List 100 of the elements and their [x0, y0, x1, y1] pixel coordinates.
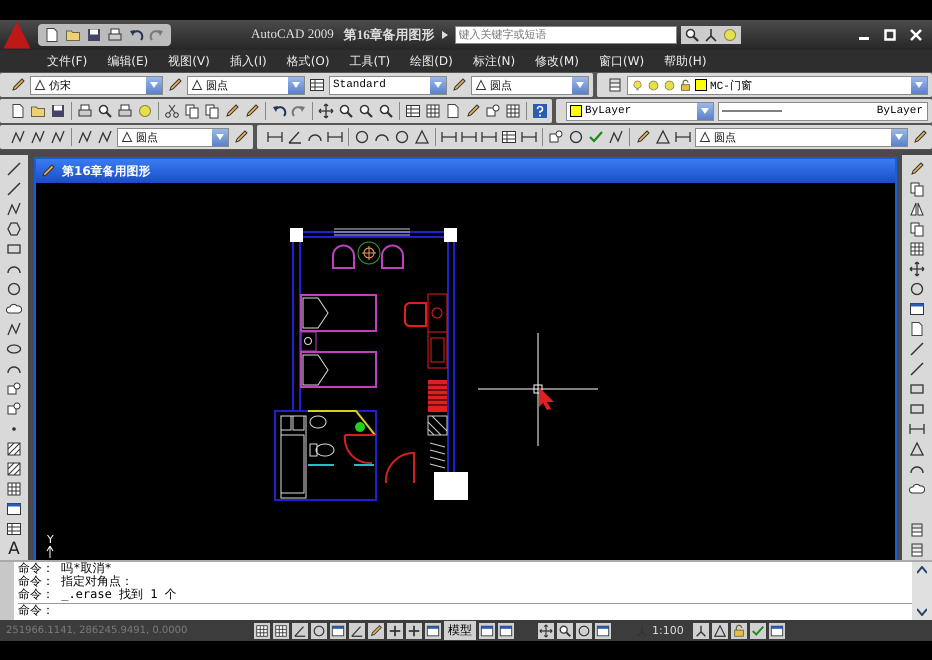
dimension-icon[interactable] [481, 129, 497, 145]
table-icon[interactable] [6, 521, 22, 537]
block-icon[interactable] [485, 103, 501, 119]
move-icon[interactable] [318, 103, 334, 119]
mirror-icon[interactable] [909, 201, 925, 217]
grid-icon[interactable] [6, 481, 22, 497]
menu-item[interactable]: 视图(V) [168, 52, 210, 70]
window-icon[interactable] [480, 624, 494, 638]
polyline-icon[interactable] [77, 129, 93, 145]
polyline-icon[interactable] [30, 129, 46, 145]
page-icon[interactable] [909, 321, 925, 337]
polyline-icon[interactable] [6, 321, 22, 337]
dimension-icon[interactable] [441, 129, 457, 145]
scrollbar[interactable] [912, 562, 932, 620]
polyline-icon[interactable] [10, 129, 26, 145]
polyline-icon[interactable] [97, 129, 113, 145]
annotation-scale[interactable]: 1:100 [652, 624, 684, 637]
maximize-icon[interactable] [884, 29, 896, 41]
sun-icon[interactable] [663, 78, 676, 92]
pencil-icon[interactable] [167, 77, 183, 93]
dimension-icon[interactable] [461, 129, 477, 145]
page-icon[interactable] [10, 103, 26, 119]
undo-icon[interactable] [128, 27, 144, 43]
circle-icon[interactable] [6, 281, 22, 297]
pencil-icon[interactable] [369, 624, 383, 638]
menu-item[interactable]: 插入(I) [230, 52, 267, 70]
hatch-icon[interactable] [6, 441, 22, 457]
triangle-icon[interactable] [191, 79, 203, 91]
sheets-icon[interactable] [909, 221, 925, 237]
pencil-icon[interactable] [909, 161, 925, 177]
grid-icon[interactable] [505, 103, 521, 119]
hatch-icon[interactable] [6, 461, 22, 477]
pencil-icon[interactable] [233, 129, 249, 145]
search-icon[interactable] [338, 103, 354, 119]
table-style-dropdown[interactable]: Standard [329, 76, 447, 94]
angle-icon[interactable] [350, 624, 364, 638]
circle-icon[interactable] [568, 129, 584, 145]
page-icon[interactable] [445, 103, 461, 119]
undo-icon[interactable] [271, 103, 287, 119]
plus-icon[interactable] [407, 624, 421, 638]
leader-style-dropdown[interactable]: 圆点 [117, 128, 229, 146]
dimension-style-dropdown[interactable]: 圆点 [695, 128, 908, 146]
multileader-style-dropdown[interactable]: 圆点 [471, 76, 589, 94]
dimension-icon[interactable] [675, 129, 691, 145]
grid-icon[interactable] [425, 103, 441, 119]
window-icon[interactable] [596, 624, 610, 638]
window-icon[interactable] [499, 624, 513, 638]
search-icon[interactable] [378, 103, 394, 119]
sheets-icon[interactable] [184, 103, 200, 119]
menu-item[interactable]: 格式(O) [286, 52, 330, 70]
dimension-icon[interactable] [521, 129, 537, 145]
color-dropdown[interactable]: ByLayer [566, 102, 714, 120]
window-icon[interactable] [426, 624, 440, 638]
menu-item[interactable]: 文件(F) [47, 52, 88, 70]
printer-icon[interactable] [107, 27, 123, 43]
circle-icon[interactable] [312, 624, 326, 638]
polyline-icon[interactable] [608, 129, 624, 145]
angle-icon[interactable] [287, 129, 303, 145]
dimension-icon[interactable] [327, 129, 343, 145]
search-field[interactable]: 键入关键字或短语 [454, 26, 677, 44]
menu-item[interactable]: 绘图(D) [410, 52, 453, 70]
dimension-style-dropdown[interactable]: 圆点 [187, 76, 305, 94]
menu-item[interactable]: 修改(M) [535, 52, 579, 70]
circle-icon[interactable] [909, 281, 925, 297]
angle-icon[interactable] [293, 624, 307, 638]
scissors-icon[interactable] [164, 103, 180, 119]
menu-item[interactable]: 帮助(H) [664, 52, 707, 70]
pencil-icon[interactable] [635, 129, 651, 145]
menu-item[interactable]: 编辑(E) [107, 52, 148, 70]
linetype-dropdown[interactable]: ByLayer [718, 102, 928, 120]
circle-icon[interactable] [354, 129, 370, 145]
text-tool-button[interactable]: A [8, 541, 20, 558]
model-button[interactable]: 模型 [444, 621, 476, 640]
lock-icon[interactable] [732, 624, 746, 638]
move-icon[interactable] [539, 624, 553, 638]
bulb-icon[interactable] [631, 78, 644, 92]
line-icon[interactable] [6, 181, 22, 197]
triangle-icon[interactable] [655, 129, 671, 145]
text-style-dropdown[interactable]: 仿宋 [30, 76, 163, 94]
printer-icon[interactable] [117, 103, 133, 119]
page-icon[interactable] [44, 27, 60, 43]
menu-item[interactable]: 窗口(W) [598, 52, 644, 70]
check-icon[interactable] [750, 624, 765, 638]
plus-icon[interactable] [388, 624, 402, 638]
line-icon[interactable] [909, 361, 925, 377]
pencil-icon[interactable] [912, 129, 928, 145]
circle-icon[interactable] [394, 129, 410, 145]
sheets-icon[interactable] [909, 181, 925, 197]
pencil-icon[interactable] [10, 77, 26, 93]
search-icon[interactable] [684, 27, 700, 43]
window-icon[interactable] [6, 501, 22, 517]
pencil-icon[interactable] [465, 103, 481, 119]
triangle-icon[interactable] [712, 624, 727, 638]
dimension-icon[interactable] [909, 421, 925, 437]
window-icon[interactable] [909, 301, 925, 317]
triangle-icon[interactable] [909, 441, 925, 457]
block-icon[interactable] [548, 129, 564, 145]
layers-icon[interactable] [909, 522, 925, 538]
scroll-up-icon[interactable] [917, 566, 927, 574]
triangle-icon[interactable] [121, 131, 133, 143]
